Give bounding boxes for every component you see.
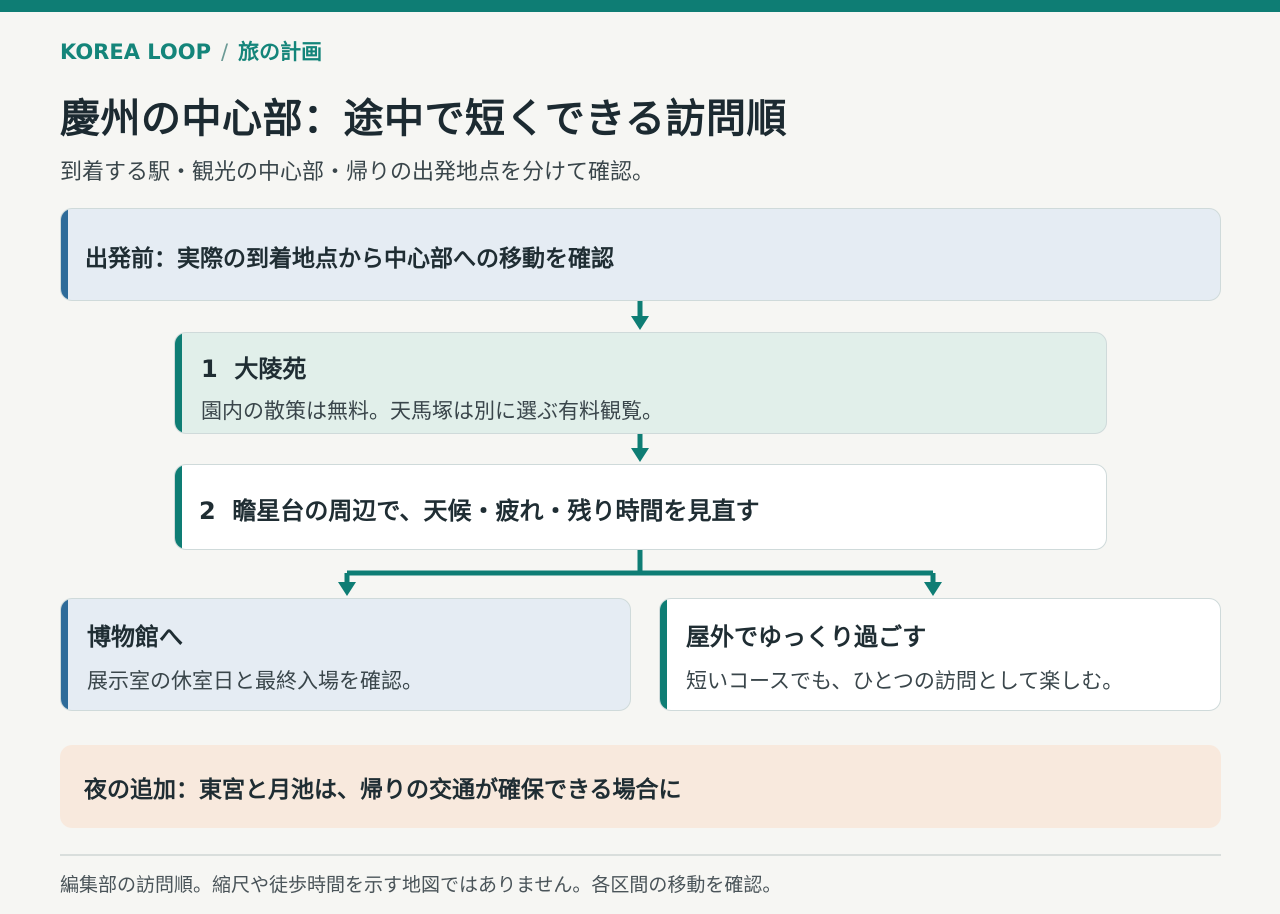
outdoor-heading: 屋外でゆっくり過ごす [686, 623, 927, 651]
arrow-head-step1 [631, 316, 649, 330]
arrow-head-left [338, 582, 356, 596]
pre-accent-bar [61, 209, 68, 300]
footnote: 編集部の訪問順。縮尺や徒歩時間を示す地図ではありません。各区間の移動を確認。 [60, 874, 782, 896]
pre-departure-box: 出発前：実際の到着地点から中心部への移動を確認 [60, 208, 1221, 301]
step2-heading: 2 瞻星台の周辺で、天候・疲れ・残り時間を見直す [199, 491, 759, 526]
outdoor-description: 短いコースでも、ひとつの訪問として楽しむ。 [686, 669, 1124, 693]
museum-heading: 博物館へ [87, 623, 183, 651]
step1-box: 1 大陵苑 園内の散策は無料。天馬塚は別に選ぶ有料観覧。 [174, 332, 1107, 434]
step1-accent-bar [175, 333, 182, 433]
arrow-head-right [924, 582, 942, 596]
step1-name: 大陵苑 [234, 355, 307, 383]
outdoor-accent-bar [660, 599, 667, 710]
footer-divider [60, 854, 1221, 856]
step2-name: 瞻星台の周辺で、天候・疲れ・残り時間を見直す [232, 497, 760, 525]
arrow-head-step2 [631, 448, 649, 462]
night-addition-text: 夜の追加：東宮と月池は、帰りの交通が確保できる場合に [84, 777, 682, 803]
step1-description: 園内の散策は無料。天馬塚は別に選ぶ有料観覧。 [201, 399, 663, 423]
pre-departure-text: 出発前：実際の到着地点から中心部への移動を確認 [85, 246, 614, 272]
step2-number: 2 [199, 497, 216, 525]
step1-number: 1 [201, 355, 218, 383]
night-addition-box: 夜の追加：東宮と月池は、帰りの交通が確保できる場合に [60, 745, 1221, 828]
museum-accent-bar [61, 599, 68, 710]
step2-accent-bar [175, 465, 182, 549]
branch-museum-box: 博物館へ 展示室の休室日と最終入場を確認。 [60, 598, 631, 711]
branch-outdoor-box: 屋外でゆっくり過ごす 短いコースでも、ひとつの訪問として楽しむ。 [659, 598, 1221, 711]
step1-heading: 1 大陵苑 [201, 349, 306, 384]
step2-box: 2 瞻星台の周辺で、天候・疲れ・残り時間を見直す [174, 464, 1107, 550]
museum-description: 展示室の休室日と最終入場を確認。 [87, 669, 423, 693]
